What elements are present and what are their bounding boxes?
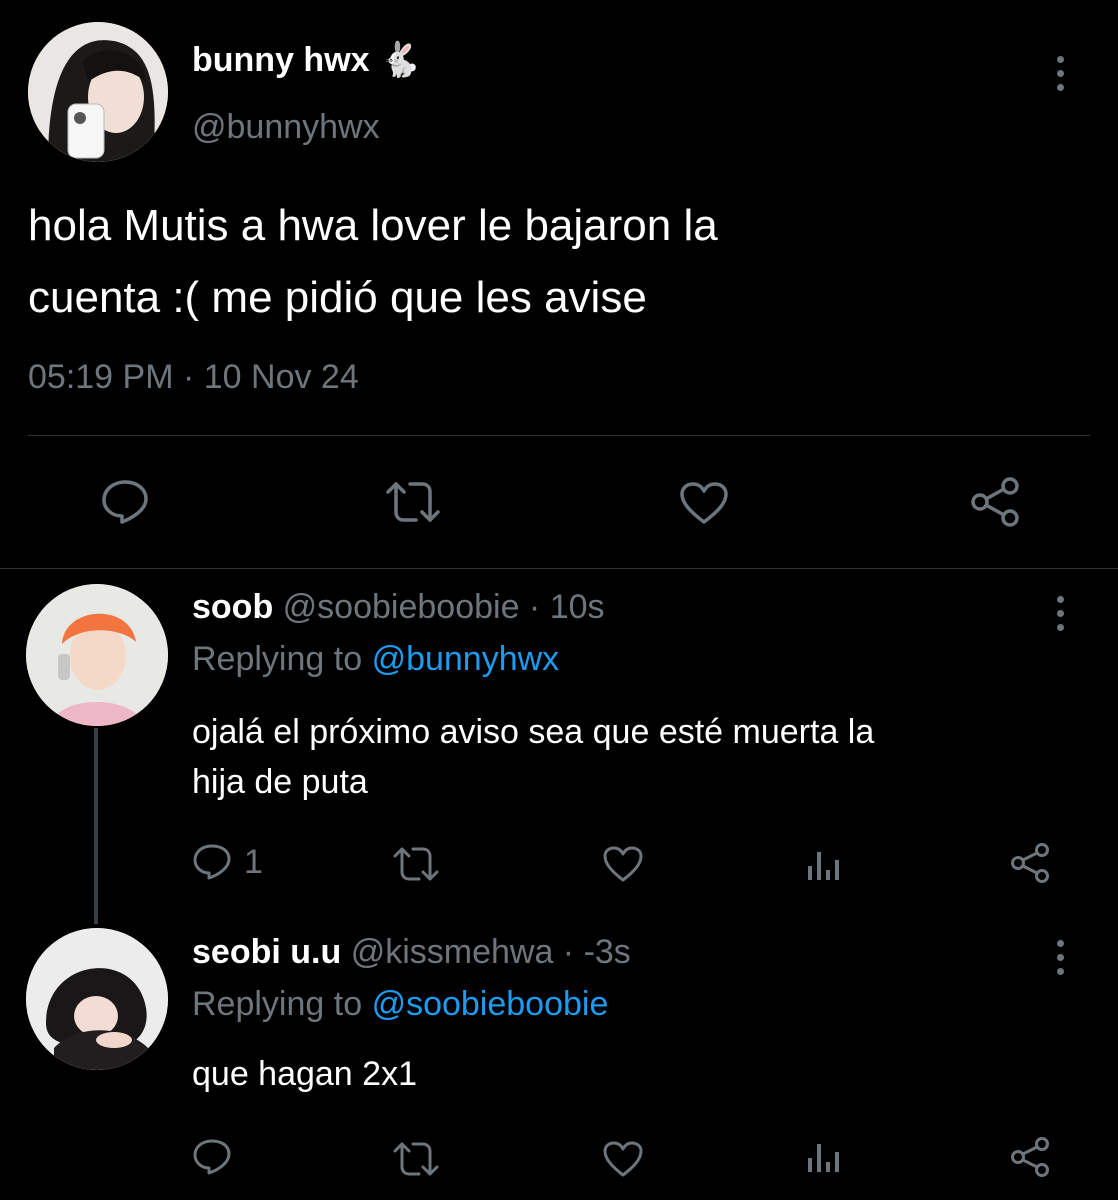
more-icon[interactable] — [1054, 56, 1066, 91]
thread-line — [94, 728, 98, 924]
analytics-icon[interactable] — [806, 848, 842, 882]
comment-icon[interactable] — [192, 1138, 232, 1176]
handle-time[interactable]: @kissmehwa · -3s — [351, 933, 631, 971]
display-name[interactable]: soob — [192, 588, 273, 626]
replying-to-link[interactable]: @bunnyhwx — [372, 640, 560, 678]
more-icon[interactable] — [1054, 596, 1066, 631]
author-name[interactable]: bunny hwx 🐇 — [192, 40, 421, 80]
rabbit-emoji: 🐇 — [379, 41, 422, 79]
display-name[interactable]: seobi u.u — [192, 933, 341, 971]
display-name: bunny hwx — [192, 41, 370, 79]
tweet-timestamp[interactable]: 05:19 PM · 10 Nov 24 — [28, 358, 359, 397]
reply-text: ojalá el próximo aviso sea que esté muer… — [192, 707, 874, 807]
heart-icon[interactable] — [602, 845, 644, 883]
section-divider — [0, 568, 1118, 569]
more-icon[interactable] — [1054, 940, 1066, 975]
replying-label: Replying to — [192, 640, 363, 678]
replying-to: Replying to @soobieboobie — [192, 985, 608, 1024]
comment-icon[interactable] — [100, 478, 150, 526]
retweet-icon[interactable] — [392, 845, 440, 883]
share-icon[interactable] — [968, 476, 1022, 528]
retweet-icon[interactable] — [384, 478, 442, 526]
reply-text-line: ojalá el próximo aviso sea que esté muer… — [192, 713, 875, 751]
reply-header: soob @soobieboobie · 10s — [192, 588, 605, 627]
reply-header: seobi u.u @kissmehwa · -3s — [192, 933, 631, 972]
replying-to-link[interactable]: @soobieboobie — [372, 985, 609, 1023]
divider — [28, 435, 1090, 436]
handle-time[interactable]: @soobieboobie · 10s — [283, 588, 605, 626]
reply-count: 1 — [244, 843, 263, 881]
heart-icon[interactable] — [602, 1140, 644, 1178]
avatar-seobi[interactable] — [26, 928, 168, 1070]
author-handle[interactable]: @bunnyhwx — [192, 108, 380, 147]
avatar-soob[interactable] — [26, 584, 168, 726]
share-icon[interactable] — [1008, 1136, 1052, 1178]
comment-icon[interactable] — [192, 843, 232, 881]
replying-label: Replying to — [192, 985, 363, 1023]
avatar-bunnyhwx[interactable] — [28, 22, 168, 162]
analytics-icon[interactable] — [806, 1140, 842, 1174]
tweet-text: hola Mutis a hwa lover le bajaron la cue… — [28, 190, 718, 334]
share-icon[interactable] — [1008, 842, 1052, 884]
tweet-text-line: hola Mutis a hwa lover le bajaron la — [28, 201, 718, 250]
reply-text-line: que hagan 2x1 — [192, 1055, 417, 1093]
retweet-icon[interactable] — [392, 1140, 440, 1178]
tweet-text-line: cuenta :( me pidió que les avise — [28, 273, 647, 322]
heart-icon[interactable] — [678, 480, 730, 526]
replying-to: Replying to @bunnyhwx — [192, 640, 559, 679]
reply-text-line: hija de puta — [192, 763, 368, 801]
